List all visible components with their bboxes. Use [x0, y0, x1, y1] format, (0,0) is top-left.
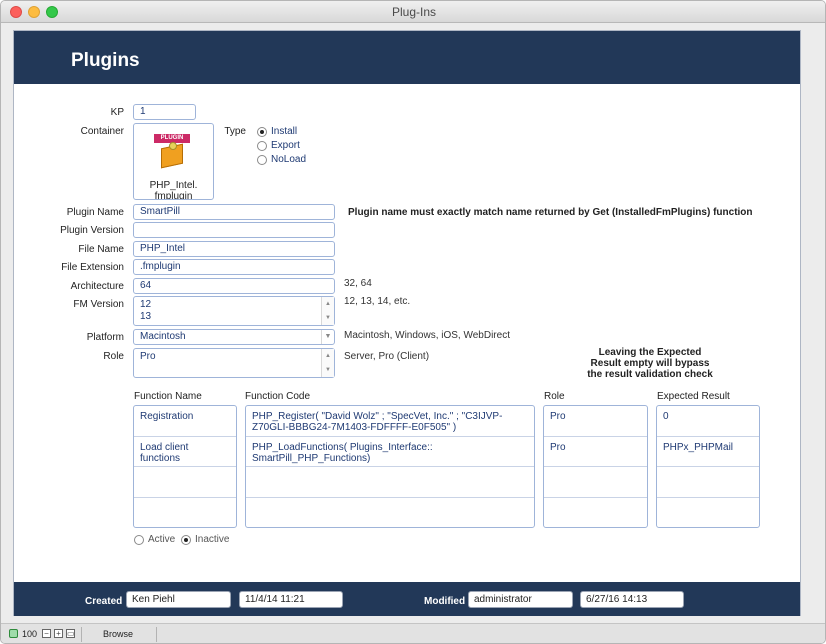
- puzzle-icon: [169, 142, 177, 150]
- expected-result-note: Leaving the Expected Result empty will b…: [587, 347, 713, 380]
- window-title: Plug-Ins: [391, 5, 437, 19]
- container-filename: PHP_Intel. fmplugin: [149, 180, 198, 200]
- function-role-cell[interactable]: [544, 498, 647, 527]
- radio-icon: [134, 534, 144, 545]
- role-scrollbar[interactable]: ▲ ▼: [321, 349, 334, 377]
- zoom-out-icon[interactable]: −: [42, 629, 51, 638]
- fm-version-label: FM Version: [73, 299, 124, 310]
- fm-version-hint: 12, 13, 14, etc.: [344, 296, 411, 307]
- fm-version-field[interactable]: 12 13 ▲ ▼: [133, 296, 335, 326]
- modified-label: Modified: [424, 596, 466, 607]
- layout-area: Plugins KP 1 Container PLUGIN PHP_Intel.…: [13, 30, 801, 616]
- status-divider: [81, 627, 82, 642]
- container-label: Container: [80, 126, 124, 137]
- architecture-field[interactable]: 64: [133, 278, 335, 294]
- platform-hint: Macintosh, Windows, iOS, WebDirect: [344, 330, 510, 341]
- architecture-label: Architecture: [70, 281, 124, 292]
- radio-icon: [257, 140, 267, 151]
- created-by-field[interactable]: Ken Piehl: [126, 591, 231, 608]
- plugin-name-label: Plugin Name: [66, 207, 124, 218]
- created-on-field[interactable]: 11/4/14 11:21: [239, 591, 343, 608]
- page-title: Plugins: [71, 50, 140, 71]
- title-bar: Plug-Ins: [1, 1, 825, 23]
- role-hint: Server, Pro (Client): [344, 351, 430, 362]
- fm-version-scrollbar[interactable]: ▲ ▼: [321, 297, 334, 325]
- function-name-cell[interactable]: [134, 467, 236, 498]
- function-role-cell[interactable]: Pro: [544, 406, 647, 437]
- file-extension-label: File Extension: [61, 262, 124, 273]
- mode-indicator[interactable]: Browse: [103, 629, 133, 639]
- scroll-up-icon[interactable]: ▲: [325, 350, 331, 362]
- status-bar: 100 − + ▭ Browse: [1, 623, 825, 643]
- toolbar-toggle-icon[interactable]: ▭: [66, 629, 75, 638]
- expected-result-cell[interactable]: PHPx_PHPMail: [657, 437, 759, 467]
- zoom-in-icon[interactable]: +: [54, 629, 63, 638]
- kp-field[interactable]: 1: [133, 104, 196, 120]
- status-option-inactive[interactable]: Inactive: [181, 534, 229, 545]
- plugin-version-label: Plugin Version: [60, 225, 124, 236]
- expected-result-cell[interactable]: 0: [657, 406, 759, 437]
- role-label: Role: [103, 351, 124, 362]
- lock-icon[interactable]: [9, 629, 18, 638]
- plugin-version-field[interactable]: [133, 222, 335, 238]
- file-extension-field[interactable]: .fmplugin: [133, 259, 335, 275]
- radio-selected-icon: [257, 126, 267, 137]
- footer-band: Created Ken Piehl 11/4/14 11:21 Modified…: [14, 582, 800, 616]
- fm-version-value: 13: [140, 311, 152, 322]
- function-code-portal: PHP_Register( "David Wolz" ; "SpecVet, I…: [245, 405, 535, 528]
- scroll-down-icon[interactable]: ▼: [325, 364, 331, 376]
- modified-by-field[interactable]: administrator: [468, 591, 573, 608]
- function-role-cell[interactable]: [544, 467, 647, 498]
- plugin-file-icon: PLUGIN: [154, 134, 190, 169]
- expected-result-portal: 0 PHPx_PHPMail: [656, 405, 760, 528]
- type-option-noload[interactable]: NoLoad: [257, 154, 306, 165]
- created-label: Created: [85, 596, 123, 607]
- function-name-cell[interactable]: [134, 498, 236, 527]
- role-field[interactable]: Pro ▲ ▼: [133, 348, 335, 378]
- file-name-field[interactable]: PHP_Intel: [133, 241, 335, 257]
- col-function-name: Function Name: [134, 391, 202, 402]
- radio-icon: [257, 154, 267, 165]
- platform-label: Platform: [86, 332, 124, 343]
- function-code-cell[interactable]: [246, 467, 534, 498]
- file-name-label: File Name: [78, 244, 124, 255]
- plugin-name-hint: Plugin name must exactly match name retu…: [348, 207, 753, 218]
- function-code-cell[interactable]: [246, 498, 534, 527]
- col-expected-result: Expected Result: [657, 391, 730, 402]
- scroll-down-icon[interactable]: ▼: [325, 312, 331, 324]
- col-role: Role: [544, 391, 565, 402]
- type-option-export[interactable]: Export: [257, 140, 300, 151]
- platform-value: Macintosh: [140, 331, 186, 342]
- status-divider: [156, 627, 157, 642]
- function-code-cell[interactable]: PHP_Register( "David Wolz" ; "SpecVet, I…: [246, 406, 534, 437]
- function-name-cell[interactable]: Registration: [134, 406, 236, 437]
- chevron-down-icon[interactable]: ▼: [321, 330, 334, 344]
- role-value: Pro: [140, 351, 156, 362]
- container-field[interactable]: PLUGIN PHP_Intel. fmplugin: [133, 123, 214, 200]
- scroll-up-icon[interactable]: ▲: [325, 298, 331, 310]
- platform-dropdown[interactable]: Macintosh ▼: [133, 329, 335, 345]
- plugin-name-field[interactable]: SmartPill: [133, 204, 335, 220]
- function-role-cell[interactable]: Pro: [544, 437, 647, 467]
- radio-selected-icon: [181, 534, 191, 545]
- function-name-cell[interactable]: Load client functions: [134, 437, 236, 467]
- type-option-install[interactable]: Install: [257, 126, 297, 137]
- function-name-portal: Registration Load client functions: [133, 405, 237, 528]
- zoom-level[interactable]: 100: [22, 629, 37, 639]
- app-window: Plug-Ins Plugins KP 1 Container PLUGIN P…: [0, 0, 826, 644]
- architecture-hint: 32, 64: [344, 278, 372, 289]
- fm-version-value: 12: [140, 299, 152, 310]
- kp-label: KP: [110, 107, 124, 118]
- expected-result-cell[interactable]: [657, 467, 759, 498]
- function-code-cell[interactable]: PHP_LoadFunctions( Plugins_Interface:: S…: [246, 437, 534, 467]
- status-option-active[interactable]: Active: [134, 534, 175, 545]
- function-role-portal: Pro Pro: [543, 405, 648, 528]
- col-function-code: Function Code: [245, 391, 311, 402]
- header-band: Plugins: [14, 31, 800, 84]
- type-label: Type: [224, 126, 246, 137]
- modified-on-field[interactable]: 6/27/16 14:13: [580, 591, 684, 608]
- expected-result-cell[interactable]: [657, 498, 759, 527]
